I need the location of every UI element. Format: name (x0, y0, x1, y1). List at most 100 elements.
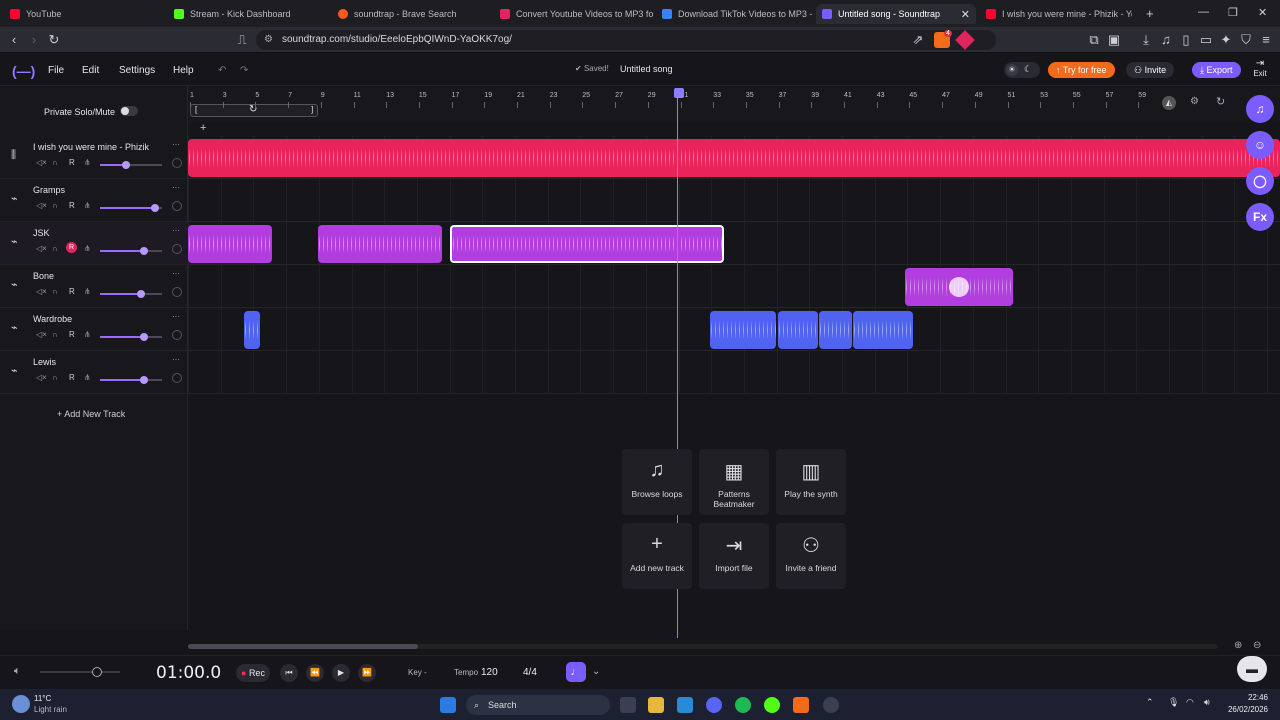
audio-clip-selected[interactable] (450, 225, 724, 263)
windows-start-icon[interactable] (440, 697, 456, 713)
lane-2[interactable] (188, 179, 1280, 222)
downloads-icon[interactable]: ⤓ (1138, 32, 1154, 48)
headphones-icon[interactable]: ∩ (52, 287, 58, 296)
fx-icon[interactable]: ⋔ (84, 244, 91, 253)
chat-icon[interactable]: ◯ (1246, 167, 1274, 195)
headphones-icon[interactable]: ∩ (52, 201, 58, 210)
tab-convert[interactable]: Convert Youtube Videos to MP3 for (494, 4, 654, 24)
pan-knob[interactable] (172, 158, 182, 168)
track-header[interactable]: ⌁ Gramps ··· ◁× ∩ R ⋔ (0, 179, 188, 222)
track-name[interactable]: Gramps (33, 185, 65, 195)
track-more-icon[interactable]: ··· (172, 312, 180, 321)
track-more-icon[interactable]: ··· (172, 269, 180, 278)
track-header[interactable]: ⌁ Bone ··· ◁× ∩ R ⋔ (0, 265, 188, 308)
people-icon[interactable]: ☺ (1246, 131, 1274, 159)
fx-icon[interactable]: ⋔ (84, 158, 91, 167)
track-more-icon[interactable]: ··· (172, 226, 180, 235)
audio-clip[interactable] (318, 225, 442, 263)
tempo-value[interactable]: 120 (481, 667, 498, 678)
timeline-ruler[interactable]: [ ↻ ] + 1 3 5 7 9 11 13 15 17 19 21 23 25 27 29 31 33 35 3… (188, 86, 1280, 134)
record-arm-button[interactable]: R (69, 158, 75, 167)
wallet-icon[interactable]: ▣ (1106, 32, 1122, 48)
audio-clip[interactable] (905, 268, 1013, 306)
record-arm-button[interactable]: R (69, 373, 75, 382)
scrollbar-thumb[interactable] (188, 644, 418, 649)
chevron-down-icon[interactable]: ⌄ (592, 666, 600, 677)
lane-4[interactable] (188, 265, 1280, 308)
track-volume-slider[interactable] (100, 161, 162, 169)
horizontal-scrollbar[interactable] (188, 644, 1218, 649)
tab-soundtrap[interactable]: Untitled song - Soundtrap ✕ (816, 4, 976, 24)
chat-support-icon[interactable]: ▬ (1237, 656, 1267, 682)
lane-6[interactable] (188, 351, 1280, 394)
menu-edit[interactable]: Edit (82, 65, 99, 76)
loops-icon[interactable]: ♫ (1246, 95, 1274, 123)
audio-clip[interactable] (778, 311, 818, 349)
brave-taskbar-icon[interactable] (793, 697, 809, 713)
fx-icon[interactable]: ⋔ (84, 373, 91, 382)
track-volume-slider[interactable] (100, 204, 162, 212)
pan-knob[interactable] (172, 330, 182, 340)
mic-icon[interactable]: 🎙︎ (1168, 697, 1179, 708)
extensions-icon[interactable]: ⧉ (1086, 32, 1102, 48)
track-volume-slider[interactable] (100, 333, 162, 341)
close-tab-icon[interactable]: ✕ (961, 8, 970, 21)
volume-knob[interactable] (140, 247, 148, 255)
menu-help[interactable]: Help (173, 65, 194, 76)
reload-icon[interactable]: ↻ (46, 32, 62, 48)
sidebar-icon[interactable]: ▯ (1178, 32, 1194, 48)
audio-clip[interactable] (244, 311, 260, 349)
track-name[interactable]: Wardrobe (33, 314, 72, 324)
song-title[interactable]: Untitled song (620, 64, 673, 74)
record-arm-button[interactable]: R (66, 242, 77, 253)
lane-1[interactable] (188, 136, 1280, 179)
pan-knob[interactable] (172, 244, 182, 254)
tuner-icon[interactable]: ♩ (566, 662, 586, 682)
audio-clip[interactable] (188, 225, 272, 263)
fx-icon[interactable]: ⋔ (84, 287, 91, 296)
volume-knob[interactable] (140, 333, 148, 341)
refresh-icon[interactable]: ↻ (1216, 95, 1225, 108)
task-view-icon[interactable] (620, 697, 636, 713)
track-name[interactable]: Lewis (33, 357, 56, 367)
key-selector[interactable]: Key - (408, 668, 427, 677)
track-name[interactable]: Bone (33, 271, 54, 281)
fast-forward-icon[interactable]: ⏩ (358, 664, 376, 682)
loop-end-icon[interactable]: ] (311, 105, 313, 114)
redo-icon[interactable]: ↷ (240, 65, 248, 76)
card-browse-loops[interactable]: ♫ Browse loops (622, 449, 692, 515)
undo-icon[interactable]: ↶ (218, 65, 226, 76)
card-import-file[interactable]: ⇥ Import file (699, 523, 769, 589)
card-patterns-beatmaker[interactable]: ▦ Patterns Beatmaker (699, 449, 769, 515)
menu-settings[interactable]: Settings (119, 65, 155, 76)
record-button[interactable]: ● Rec (236, 664, 270, 682)
invite-button[interactable]: ⚇ Invite (1126, 62, 1175, 78)
play-icon[interactable]: ▶ (332, 664, 350, 682)
record-arm-button[interactable]: R (69, 201, 75, 210)
tab-tiktok[interactable]: Download TikTok Videos to MP3 - Fr (656, 4, 812, 24)
pan-knob[interactable] (172, 287, 182, 297)
tab-youtube[interactable]: YouTube (4, 4, 164, 24)
audio-clip[interactable] (188, 139, 1280, 177)
fx-icon[interactable]: ⋔ (84, 330, 91, 339)
headphones-icon[interactable]: ∩ (52, 373, 58, 382)
audio-clip[interactable] (853, 311, 913, 349)
volume-icon[interactable]: 🔊︎ (1204, 697, 1210, 708)
headphones-icon[interactable]: ∩ (52, 158, 58, 167)
spotify-icon[interactable] (735, 697, 751, 713)
track-volume-slider[interactable] (100, 290, 162, 298)
try-for-free-button[interactable]: ↑ Try for free (1048, 62, 1115, 78)
app-icon[interactable] (764, 697, 780, 713)
track-header[interactable]: ⌁ Lewis ··· ◁× ∩ R ⋔ (0, 351, 188, 394)
url-field[interactable]: ⚙ soundtrap.com/studio/EeeloEpbQIWnD-YaO… (256, 30, 996, 50)
card-invite-a-friend[interactable]: ⚇ Invite a friend (776, 523, 846, 589)
master-volume-slider[interactable] (40, 667, 120, 677)
clock-date[interactable]: 26/02/2026 (1222, 705, 1268, 714)
file-explorer-icon[interactable] (648, 697, 664, 713)
settings-gear-icon[interactable]: ⚙ (1190, 96, 1199, 107)
fx-icon[interactable]: ⋔ (84, 201, 91, 210)
new-tab-button[interactable]: + (1146, 6, 1154, 21)
tab-brave-search[interactable]: soundtrap - Brave Search (332, 4, 492, 24)
wallet2-icon[interactable]: ▭ (1198, 32, 1214, 48)
headphones-icon[interactable]: ∩ (52, 244, 58, 253)
